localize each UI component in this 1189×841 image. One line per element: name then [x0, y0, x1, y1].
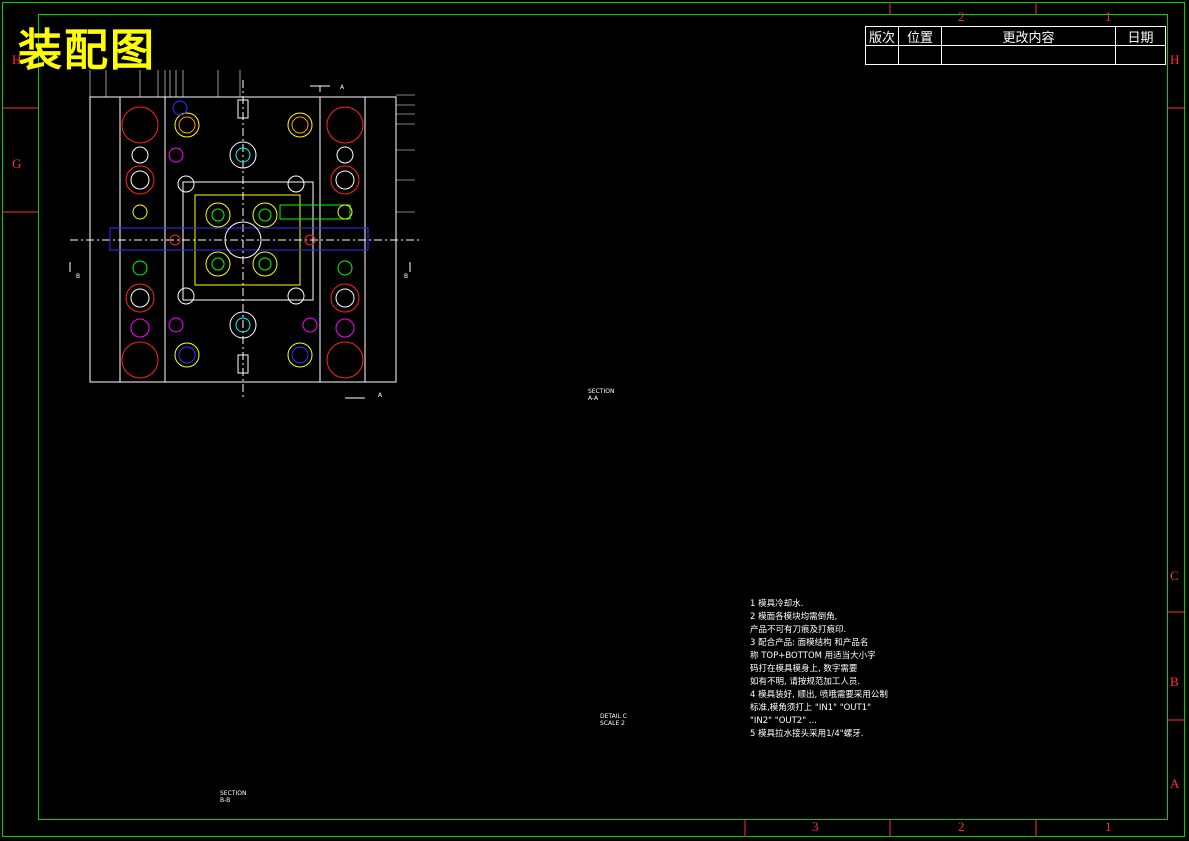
- technical-notes: 1 模具冷却水. 2 模面各模块均需倒角, 产品不可有刀痕及打痕印. 3 配合产…: [750, 598, 888, 741]
- cut-marker-b: B: [76, 273, 81, 280]
- note-line: 2 模面各模块均需倒角,: [750, 612, 838, 622]
- cut-marker-a: A: [340, 84, 345, 91]
- detail-c-label: DETAIL C SCALE 2: [600, 713, 627, 727]
- note-line: 5 模具拉水接头采用1/4"螺牙.: [750, 729, 864, 739]
- cad-drawing-canvas: [2, 2, 1186, 837]
- cut-marker-b: B: [404, 273, 409, 280]
- note-line: 3 配合产品: 面模结构 和产品名: [750, 638, 869, 648]
- note-line: 称 TOP+BOTTOM 用适当大小字: [750, 651, 876, 661]
- note-line: 如有不明, 请按规范加工人员.: [750, 677, 861, 687]
- note-line: 1 模具冷却水.: [750, 599, 804, 609]
- note-line: 码打在模具模身上, 数字需要: [750, 664, 858, 674]
- section-aa-label: SECTION A-A: [588, 388, 615, 402]
- note-line: 产品不可有刀痕及打痕印.: [750, 625, 847, 635]
- section-bb-label: SECTION B-B: [220, 790, 247, 804]
- cut-marker-a: A: [378, 392, 383, 399]
- top-view-plan: [69, 70, 420, 400]
- note-line: "IN2" "OUT2" ...: [750, 716, 817, 726]
- note-line: 标准,模角须打上 "IN1" "OUT1": [750, 703, 872, 713]
- note-line: 4 模具装好, 顺出, 喷哦需要采用公制: [750, 690, 888, 700]
